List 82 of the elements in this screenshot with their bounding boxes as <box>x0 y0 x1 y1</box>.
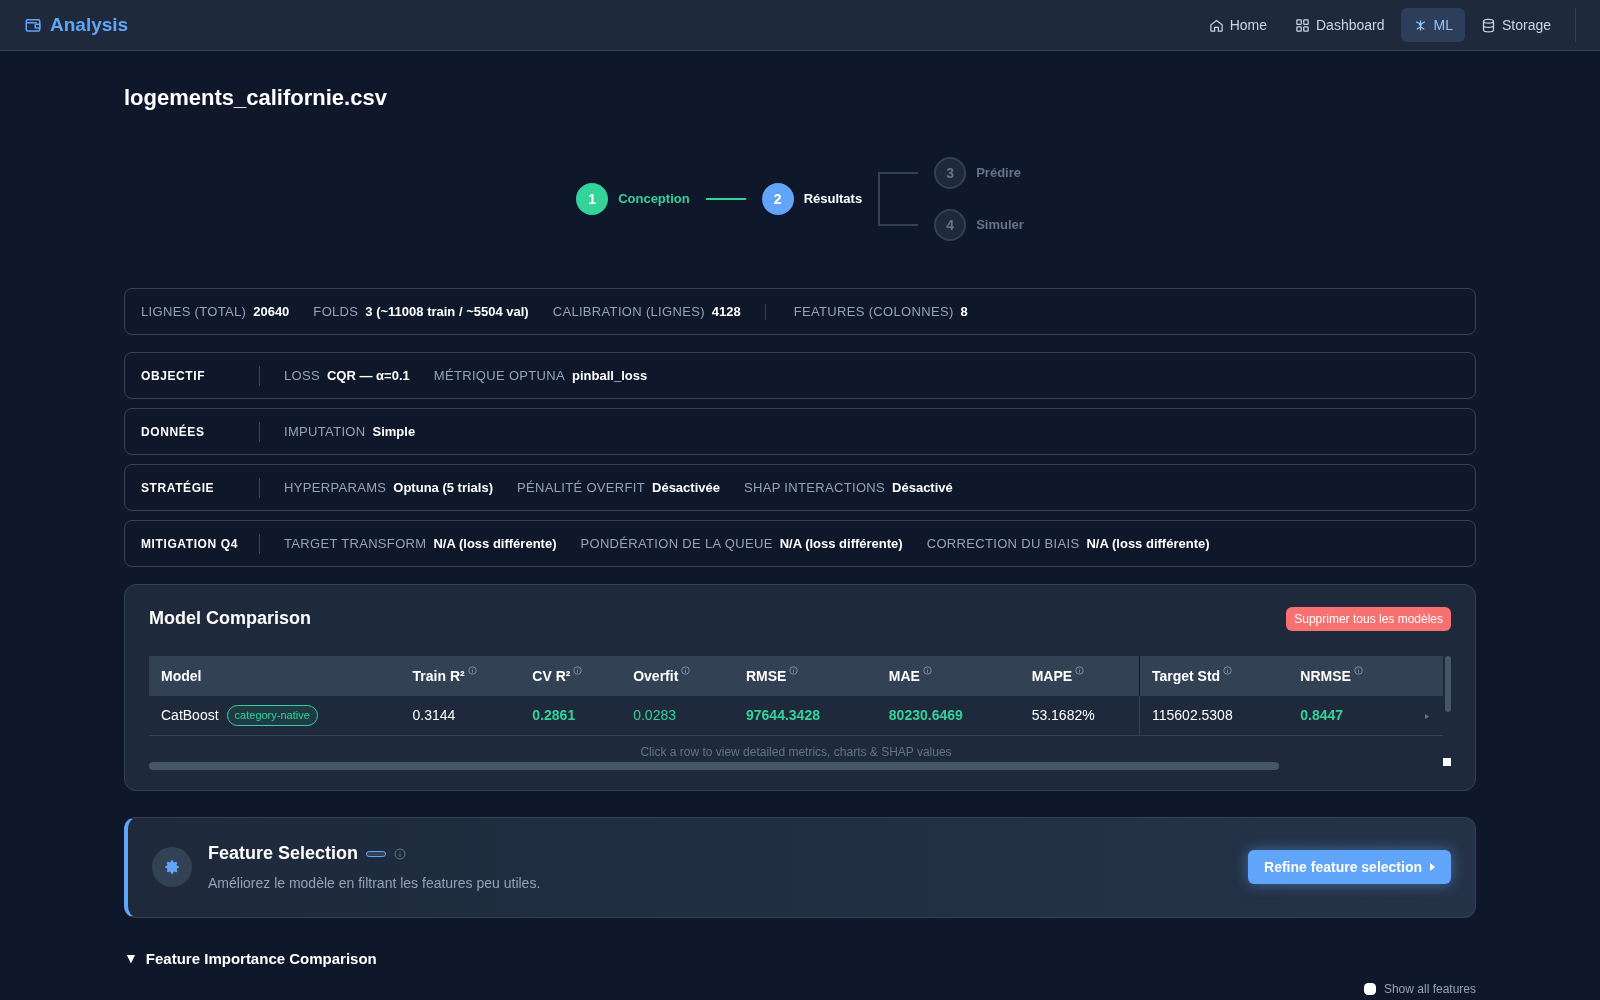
field-label: LIGNES (TOTAL) <box>141 302 247 321</box>
scrollbar-corner <box>1443 757 1451 766</box>
model-tag: category-native <box>226 705 318 726</box>
table-cell: 97644.3428 <box>734 696 877 735</box>
horizontal-scrollbar[interactable] <box>149 761 1279 770</box>
table-hint: Click a row to view detailed metrics, charts & SHAP values <box>639 745 953 758</box>
vertical-scrollbar[interactable] <box>1445 656 1451 712</box>
field-value: Simple <box>372 422 416 441</box>
field-label: MÉTRIQUE OPTUNA <box>433 366 566 385</box>
field-value: Désactivée <box>652 478 720 497</box>
column-header[interactable]: Target Std <box>1139 656 1289 696</box>
field-value: 4128 <box>711 302 741 321</box>
field-label: PONDÉRATION DE LA QUEUE <box>580 534 773 553</box>
step-label[interactable]: Conception <box>618 189 690 209</box>
feature-selection-title: Feature Selection <box>208 842 359 865</box>
column-header[interactable]: MAPE <box>1019 656 1140 696</box>
wallet-icon <box>24 16 42 34</box>
nav-tab[interactable]: Storage <box>1468 8 1563 42</box>
table-cell: 0.0283 <box>621 696 734 735</box>
field-value: N/A (loss différente) <box>1086 534 1210 553</box>
column-header[interactable]: RMSE <box>734 656 877 696</box>
field-label: FOLDS <box>313 302 359 321</box>
field-label: FEATURES (COLONNES) <box>793 302 954 321</box>
card-title: Model Comparison <box>149 607 311 630</box>
app-title: Analysis <box>50 12 129 37</box>
table-cell: 0.2861 <box>520 696 622 735</box>
field-value: CQR — α=0.1 <box>327 366 410 385</box>
nav-tab[interactable]: ML <box>1400 8 1465 42</box>
step-label[interactable]: Résultats <box>803 189 863 209</box>
section-label: OBJECTIF <box>141 367 207 385</box>
field-label: HYPERPARAMS <box>284 478 387 497</box>
caret-icon <box>1430 863 1435 871</box>
step-connector <box>705 198 746 200</box>
grid-icon <box>1295 17 1310 33</box>
database-icon <box>1480 17 1496 33</box>
field-value: N/A (loss différente) <box>433 534 557 553</box>
field-value: Désactivé <box>892 478 953 497</box>
field-value: 20640 <box>253 302 290 321</box>
field-label: LOSS <box>284 366 320 385</box>
section-label: DONNÉES <box>141 423 206 441</box>
column-header[interactable]: CV R² <box>520 656 622 696</box>
step-label[interactable]: Simuler <box>976 215 1024 235</box>
status-pill <box>366 850 387 857</box>
field-label: CORRECTION DU BIAIS <box>926 534 1080 553</box>
step-label[interactable]: Prédire <box>976 163 1021 183</box>
collapse-toggle[interactable]: ▼ <box>124 948 138 970</box>
column-header[interactable]: MAE <box>876 656 1020 696</box>
field-label: CALIBRATION (LIGNES) <box>552 302 705 321</box>
table-cell: 80230.6469 <box>876 696 1020 735</box>
section-title: Feature Importance Comparison <box>145 948 377 969</box>
field-value: Optuna (5 trials) <box>393 478 493 497</box>
field-value: 3 (~11008 train / ~5504 val) <box>365 302 529 321</box>
table-cell: 0.8447 <box>1288 696 1443 735</box>
field-label: SHAP INTERACTIONS <box>743 478 886 497</box>
page-title: logements_californie.csv <box>124 84 388 112</box>
table-cell: 53.1682% <box>1019 696 1140 735</box>
field-label: IMPUTATION <box>284 422 366 441</box>
field-label: PÉNALITÉ OVERFIT <box>517 478 645 497</box>
field-value: 8 <box>960 302 968 321</box>
section-label: MITIGATION Q4 <box>141 535 239 553</box>
column-header[interactable]: Model <box>149 656 401 696</box>
show-all-checkbox[interactable] <box>1363 983 1376 995</box>
feature-selection-description: Améliorez le modèle en filtrant les features peu utiles. <box>208 874 541 893</box>
nav-tab[interactable]: Home <box>1196 8 1279 42</box>
gear-icon <box>164 859 180 875</box>
field-value: N/A (loss différente) <box>779 534 903 553</box>
section-label: STRATÉGIE <box>141 479 216 497</box>
column-header[interactable]: Overfit <box>621 656 734 696</box>
branch-connector <box>878 172 919 226</box>
field-label: TARGET TRANSFORM <box>284 534 427 553</box>
table-row[interactable]: CatBoost category-native 0.3144 0.2861 0.0283 97644.3428 80230.6469 53.1682% 115602.5308 0.8447 <box>149 696 1443 735</box>
info-icon <box>394 847 407 860</box>
nav-tab[interactable]: Dashboard <box>1283 8 1397 42</box>
model-name: CatBoost <box>161 705 219 725</box>
home-icon <box>1208 17 1224 33</box>
field-value: pinball_loss <box>572 366 648 385</box>
column-header[interactable]: Train R² <box>400 656 521 696</box>
table-cell: 115602.5308 <box>1139 696 1289 735</box>
checkbox-label: Show all features <box>1383 981 1476 998</box>
caret-icon <box>1425 714 1429 719</box>
column-header[interactable]: NRMSE <box>1288 656 1443 696</box>
table-cell: 0.3144 <box>400 696 521 735</box>
